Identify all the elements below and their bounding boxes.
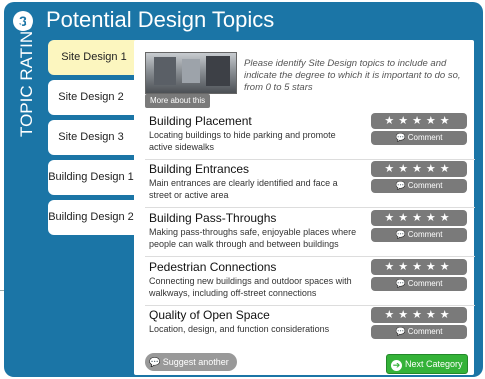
arrow-right-icon: ➔ xyxy=(391,360,402,371)
tab-building-design-2[interactable]: Building Design 2 xyxy=(48,200,134,235)
topic-row: Quality of Open Space Location, design, … xyxy=(145,306,475,353)
tab-site-design-1[interactable]: Site Design 1 xyxy=(48,40,140,75)
topic-row: Building Entrances Main entrances are cl… xyxy=(145,160,475,208)
topic-title: Building Pass-Throughs xyxy=(149,211,277,225)
topic-row: Pedestrian Connections Connecting new bu… xyxy=(145,258,475,306)
page-title: Potential Design Topics xyxy=(46,7,275,32)
topic-title: Building Placement xyxy=(149,114,252,128)
topic-title: Pedestrian Connections xyxy=(149,260,277,274)
comment-button[interactable]: 💬 Comment xyxy=(371,228,467,242)
topic-row: Building Pass-Throughs Making pass-throu… xyxy=(145,209,475,257)
topic-description: Making pass-throughs safe, enjoyable pla… xyxy=(149,227,357,249)
suggest-another-button[interactable]: 💬 Suggest another xyxy=(145,353,237,371)
next-category-button[interactable]: ➔ Next Category xyxy=(386,354,468,374)
star-rating[interactable]: ★★★★★ xyxy=(371,307,467,323)
comment-button[interactable]: 💬 Comment xyxy=(371,179,467,193)
more-about-this-button[interactable]: More about this xyxy=(145,94,211,108)
topic-description: Main entrances are clearly identified an… xyxy=(149,178,338,200)
star-rating[interactable]: ★★★★★ xyxy=(371,259,467,275)
tab-site-design-2[interactable]: Site Design 2 xyxy=(48,80,134,115)
photo-building-block xyxy=(206,56,230,86)
topic-description: Connecting new buildings and outdoor spa… xyxy=(149,276,352,298)
comment-button[interactable]: 💬 Comment xyxy=(371,277,467,291)
comment-button[interactable]: 💬 Comment xyxy=(371,325,467,339)
category-tabs: Site Design 1 Site Design 2 Site Design … xyxy=(48,40,140,240)
next-category-label: Next Category xyxy=(405,359,463,369)
star-rating[interactable]: ★★★★★ xyxy=(371,113,467,129)
topic-description: Location, design, and function considera… xyxy=(149,324,330,334)
star-rating[interactable]: ★★★★★ xyxy=(371,161,467,177)
tab-site-design-3[interactable]: Site Design 3 xyxy=(48,120,134,155)
side-label: TOPIC RATING xyxy=(17,17,36,137)
topic-description: Locating buildings to hide parking and p… xyxy=(149,130,336,152)
title-bar: 3 Potential Design Topics xyxy=(4,2,483,38)
tab-building-design-1[interactable]: Building Design 1 xyxy=(48,160,134,195)
star-rating[interactable]: ★★★★★ xyxy=(371,210,467,226)
photo-building-block xyxy=(154,57,176,85)
photo-building-block xyxy=(182,59,200,83)
intro-instructions: Please identify Site Design topics to in… xyxy=(244,58,461,93)
site-design-photo xyxy=(145,52,237,94)
comment-button[interactable]: 💬 Comment xyxy=(371,131,467,145)
topic-rating-frame: 3 Potential Design Topics TOPIC RATING S… xyxy=(4,2,483,377)
topic-title: Quality of Open Space xyxy=(149,308,270,322)
topics-panel: Please identify Site Design topics to in… xyxy=(134,40,475,375)
topic-row: Building Placement Locating buildings to… xyxy=(145,112,475,160)
topic-title: Building Entrances xyxy=(149,162,250,176)
